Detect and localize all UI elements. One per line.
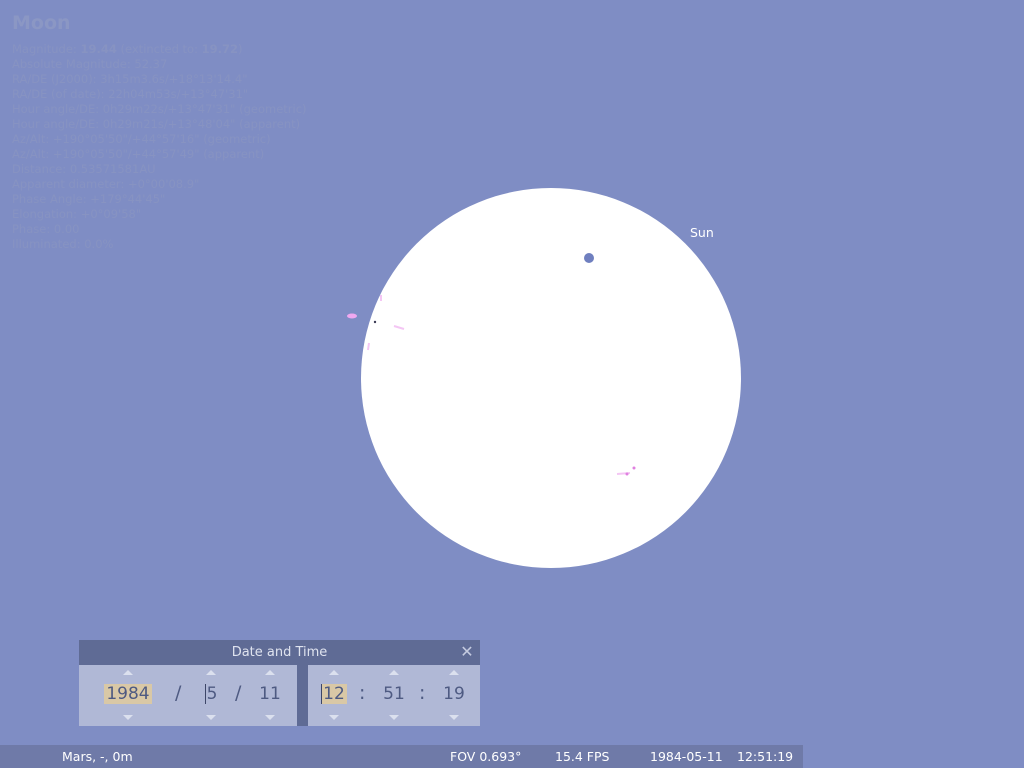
radec-j2000: RA/DE (J2000): 3h15m3.6s/+18°13'14.4" bbox=[12, 72, 248, 86]
time-section: 12 : 51 : 19 bbox=[308, 665, 480, 726]
day-up-arrow-icon[interactable] bbox=[265, 670, 275, 675]
year-value[interactable]: 1984 bbox=[97, 682, 159, 706]
minute-spinbox[interactable]: 51 bbox=[378, 665, 410, 726]
date-separator: / bbox=[235, 682, 242, 704]
dialog-titlebar[interactable]: Date and Time ✕ bbox=[79, 640, 480, 665]
status-time[interactable]: 12:51:19 bbox=[737, 749, 793, 764]
status-location[interactable]: Mars, -, 0m bbox=[62, 749, 133, 764]
status-date[interactable]: 1984-05-11 bbox=[650, 749, 723, 764]
hour-angle-apparent: Hour angle/DE: 0h29m21s/+13°48'04" (appa… bbox=[12, 117, 301, 131]
hour-value[interactable]: 12 bbox=[318, 682, 350, 706]
time-separator: : bbox=[419, 682, 426, 704]
phase-angle: Phase Angle: +179°44'45" bbox=[12, 192, 166, 206]
status-bar: Mars, -, 0m FOV 0.693° 15.4 FPS 1984-05-… bbox=[0, 745, 803, 768]
hour-angle-geometric: Hour angle/DE: 0h29m22s/+13°47'31" (geom… bbox=[12, 102, 307, 116]
hour-spinbox[interactable]: 12 bbox=[318, 665, 350, 726]
phase: Phase: 0.00 bbox=[12, 222, 80, 236]
month-up-arrow-icon[interactable] bbox=[206, 670, 216, 675]
azalt-apparent: Az/Alt: +190°05'50"/+44°57'49" (apparent… bbox=[12, 147, 265, 161]
date-separator: / bbox=[175, 682, 182, 704]
prominence-6 bbox=[625, 472, 629, 476]
minute-down-arrow-icon[interactable] bbox=[389, 715, 399, 720]
hour-down-arrow-icon[interactable] bbox=[329, 715, 339, 720]
absolute-magnitude: Absolute Magnitude: 52.37 bbox=[12, 57, 168, 71]
second-value[interactable]: 19 bbox=[438, 682, 470, 706]
radec-of-date: RA/DE (of date): 22h04m53s/+13°47'31" bbox=[12, 87, 249, 101]
year-spinbox[interactable]: 1984 bbox=[97, 665, 159, 726]
second-up-arrow-icon[interactable] bbox=[449, 670, 459, 675]
distance: Distance: 0.53571581AU bbox=[12, 162, 156, 176]
minute-up-arrow-icon[interactable] bbox=[389, 670, 399, 675]
year-up-arrow-icon[interactable] bbox=[123, 670, 133, 675]
date-time-dialog: Date and Time ✕ 1984 / 5 / 11 12: 51: … bbox=[79, 640, 480, 726]
close-icon[interactable]: ✕ bbox=[458, 643, 476, 661]
magnitude-value: 19.44 bbox=[80, 42, 117, 56]
dialog-body: 1984 / 5 / 11 12 : 51: 19 bbox=[79, 665, 480, 726]
month-down-arrow-icon[interactable] bbox=[206, 715, 216, 720]
sun-label: Sun bbox=[690, 225, 714, 240]
dialog-title: Date and Time bbox=[231, 645, 328, 660]
year-down-arrow-icon[interactable] bbox=[123, 715, 133, 720]
month-value[interactable]: 5 bbox=[195, 682, 227, 706]
date-section: 1984 / 5 / 11 bbox=[79, 665, 297, 726]
azalt-geometric: Az/Alt: +190°05'50"/+44°57'16" (geometri… bbox=[12, 132, 271, 146]
moon-marker[interactable] bbox=[584, 253, 594, 263]
extincted-label: (extincted to: bbox=[120, 42, 198, 56]
month-spinbox[interactable]: 5 bbox=[195, 665, 227, 726]
time-separator: : bbox=[359, 682, 366, 704]
apparent-diameter: Apparent diameter: +0°00'08.9" bbox=[12, 177, 200, 191]
elongation: Elongation: +0°09'58" bbox=[12, 207, 142, 221]
status-fps: 15.4 FPS bbox=[555, 749, 610, 764]
extincted-value: 19.72 bbox=[201, 42, 239, 56]
sun-disc[interactable] bbox=[361, 188, 741, 568]
sun-flare-left bbox=[347, 313, 357, 319]
day-spinbox[interactable]: 11 bbox=[253, 665, 287, 726]
illuminated: Illuminated: 0.0% bbox=[12, 237, 114, 251]
prominence-3 bbox=[367, 342, 370, 351]
second-spinbox[interactable]: 19 bbox=[438, 665, 470, 726]
object-info-panel: Moon Magnitude: 19.44 (extincted to: 19.… bbox=[12, 10, 307, 252]
status-fov: FOV 0.693° bbox=[450, 749, 522, 764]
minute-value[interactable]: 51 bbox=[378, 682, 410, 706]
magnitude-label: Magnitude: bbox=[12, 42, 77, 56]
magnitude-line: Magnitude: 19.44 (extincted to: 19.72) bbox=[12, 42, 243, 56]
small-star bbox=[373, 320, 377, 324]
day-value[interactable]: 11 bbox=[253, 682, 287, 706]
day-down-arrow-icon[interactable] bbox=[265, 715, 275, 720]
object-name: Moon bbox=[12, 12, 71, 34]
prominence-5 bbox=[632, 466, 636, 470]
second-down-arrow-icon[interactable] bbox=[449, 715, 459, 720]
hour-up-arrow-icon[interactable] bbox=[329, 670, 339, 675]
